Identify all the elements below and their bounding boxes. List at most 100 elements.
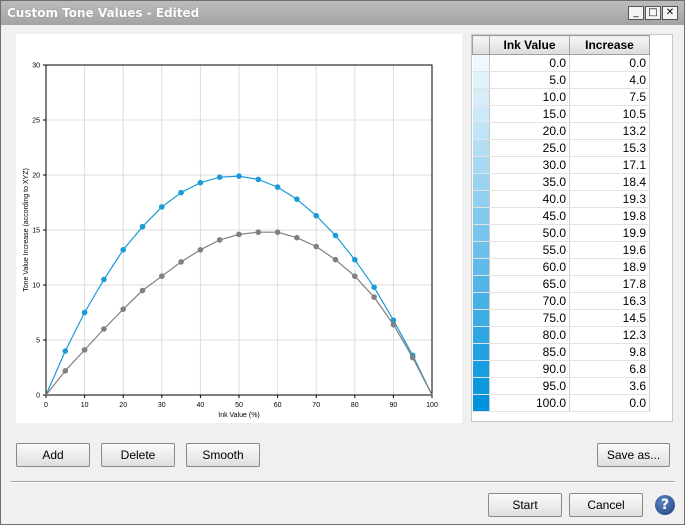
increase-cell[interactable]: 6.8 <box>569 360 650 378</box>
increase-cell[interactable]: 19.6 <box>569 241 650 259</box>
help-icon[interactable]: ? <box>655 495 675 515</box>
table-row[interactable]: 25.0 15.3 <box>472 139 650 157</box>
ink-value-cell[interactable]: 40.0 <box>489 190 570 208</box>
increase-cell[interactable]: 19.9 <box>569 224 650 242</box>
ink-value-cell[interactable]: 5.0 <box>489 71 570 89</box>
increase-cell[interactable]: 18.9 <box>569 258 650 276</box>
table-row[interactable]: 20.0 13.2 <box>472 122 650 140</box>
table-row[interactable]: 50.0 19.9 <box>472 224 650 242</box>
ink-value-cell[interactable]: 85.0 <box>489 343 570 361</box>
delete-button[interactable]: Delete <box>101 443 175 467</box>
tone-swatch <box>472 377 490 395</box>
increase-cell[interactable]: 9.8 <box>569 343 650 361</box>
cancel-button[interactable]: Cancel <box>569 493 643 517</box>
close-icon[interactable]: ✕ <box>662 6 678 20</box>
ink-value-cell[interactable]: 50.0 <box>489 224 570 242</box>
table-row[interactable]: 100.0 0.0 <box>472 394 650 412</box>
table-row[interactable]: 55.0 19.6 <box>472 241 650 259</box>
tone-swatch <box>472 360 490 378</box>
separator <box>11 481 675 483</box>
x-tick-label: 0 <box>44 402 48 409</box>
increase-cell[interactable]: 19.3 <box>569 190 650 208</box>
increase-cell[interactable]: 16.3 <box>569 292 650 310</box>
series-1-point <box>294 196 300 202</box>
maximize-icon[interactable]: □ <box>645 6 661 20</box>
table-row[interactable]: 15.0 10.5 <box>472 105 650 123</box>
table-row[interactable]: 60.0 18.9 <box>472 258 650 276</box>
increase-cell[interactable]: 18.4 <box>569 173 650 191</box>
smooth-button[interactable]: Smooth <box>186 443 260 467</box>
increase-cell[interactable]: 3.6 <box>569 377 650 395</box>
ink-value-cell[interactable]: 20.0 <box>489 122 570 140</box>
increase-cell[interactable]: 17.1 <box>569 156 650 174</box>
increase-cell[interactable]: 7.5 <box>569 88 650 106</box>
table-row[interactable]: 85.0 9.8 <box>472 343 650 361</box>
series-2-point <box>294 234 300 241</box>
ink-value-cell[interactable]: 35.0 <box>489 173 570 191</box>
tone-values-table-panel[interactable]: Ink Value Increase 0.0 0.0 5.0 4.0 10.0 7.5 15… <box>471 34 673 422</box>
ink-value-cell[interactable]: 30.0 <box>489 156 570 174</box>
increase-cell[interactable]: 19.8 <box>569 207 650 225</box>
series-1-point <box>197 179 204 186</box>
series-2-point <box>216 237 223 243</box>
increase-cell[interactable]: 4.0 <box>569 71 650 89</box>
add-button[interactable]: Add <box>16 443 90 467</box>
table-row[interactable]: 80.0 12.3 <box>472 326 650 344</box>
table-row[interactable]: 0.0 0.0 <box>472 54 650 72</box>
tone-swatch <box>472 292 490 310</box>
table-row[interactable]: 30.0 17.1 <box>472 156 650 174</box>
ink-value-cell[interactable]: 0.0 <box>489 54 570 72</box>
x-tick-label: 40 <box>197 402 205 409</box>
series-2-point <box>236 231 242 238</box>
ink-value-cell[interactable]: 10.0 <box>489 88 570 106</box>
minimize-icon[interactable]: _ <box>628 6 644 20</box>
tone-curve-chart[interactable]: 0 10 20 30 40 50 60 70 80 90 100 0 5 10 15 20 25 30 Ink Va… <box>16 34 462 423</box>
save-as-button[interactable]: Save as... <box>597 443 670 467</box>
table-row[interactable]: 70.0 16.3 <box>472 292 650 310</box>
y-tick-label: 30 <box>32 63 40 70</box>
table-row[interactable]: 40.0 19.3 <box>472 190 650 208</box>
ink-value-cell[interactable]: 90.0 <box>489 360 570 378</box>
column-header-ink-value[interactable]: Ink Value <box>489 35 570 55</box>
ink-value-cell[interactable]: 55.0 <box>489 241 570 259</box>
series-2-point <box>62 368 69 374</box>
ink-value-cell[interactable]: 95.0 <box>489 377 570 395</box>
tone-curve-chart-panel[interactable]: 0 10 20 30 40 50 60 70 80 90 100 0 5 10 15 20 25 30 Ink Va… <box>16 34 462 423</box>
increase-cell[interactable]: 0.0 <box>569 54 650 72</box>
table-row[interactable]: 90.0 6.8 <box>472 360 650 378</box>
ink-value-cell[interactable]: 70.0 <box>489 292 570 310</box>
ink-value-cell[interactable]: 65.0 <box>489 275 570 293</box>
title-bar[interactable]: Custom Tone Values - Edited _ □ ✕ <box>1 1 684 25</box>
ink-value-cell[interactable]: 80.0 <box>489 326 570 344</box>
y-tick-label: 10 <box>32 283 40 290</box>
increase-cell[interactable]: 15.3 <box>569 139 650 157</box>
ink-value-cell[interactable]: 75.0 <box>489 309 570 327</box>
ink-value-cell[interactable]: 100.0 <box>489 394 570 412</box>
table-row[interactable]: 5.0 4.0 <box>472 71 650 89</box>
series-1-point <box>159 204 165 210</box>
series-1-point <box>255 176 262 183</box>
table-row[interactable]: 65.0 17.8 <box>472 275 650 293</box>
table-row[interactable]: 95.0 3.6 <box>472 377 650 395</box>
tone-values-table[interactable]: Ink Value Increase 0.0 0.0 5.0 4.0 10.0 7.5 15… <box>472 35 650 412</box>
tone-swatch <box>472 139 490 157</box>
table-row[interactable]: 35.0 18.4 <box>472 173 650 191</box>
table-row[interactable]: 45.0 19.8 <box>472 207 650 225</box>
x-tick-label: 20 <box>119 402 127 409</box>
increase-cell[interactable]: 14.5 <box>569 309 650 327</box>
increase-cell[interactable]: 0.0 <box>569 394 650 412</box>
increase-cell[interactable]: 12.3 <box>569 326 650 344</box>
ink-value-cell[interactable]: 15.0 <box>489 105 570 123</box>
ink-value-cell[interactable]: 60.0 <box>489 258 570 276</box>
start-button[interactable]: Start <box>488 493 562 517</box>
increase-cell[interactable]: 13.2 <box>569 122 650 140</box>
column-header-increase[interactable]: Increase <box>569 35 650 55</box>
increase-cell[interactable]: 17.8 <box>569 275 650 293</box>
table-row[interactable]: 75.0 14.5 <box>472 309 650 327</box>
ink-value-cell[interactable]: 25.0 <box>489 139 570 157</box>
table-row[interactable]: 10.0 7.5 <box>472 88 650 106</box>
swatch-column-header <box>472 35 490 55</box>
tone-swatch <box>472 190 490 208</box>
ink-value-cell[interactable]: 45.0 <box>489 207 570 225</box>
increase-cell[interactable]: 10.5 <box>569 105 650 123</box>
